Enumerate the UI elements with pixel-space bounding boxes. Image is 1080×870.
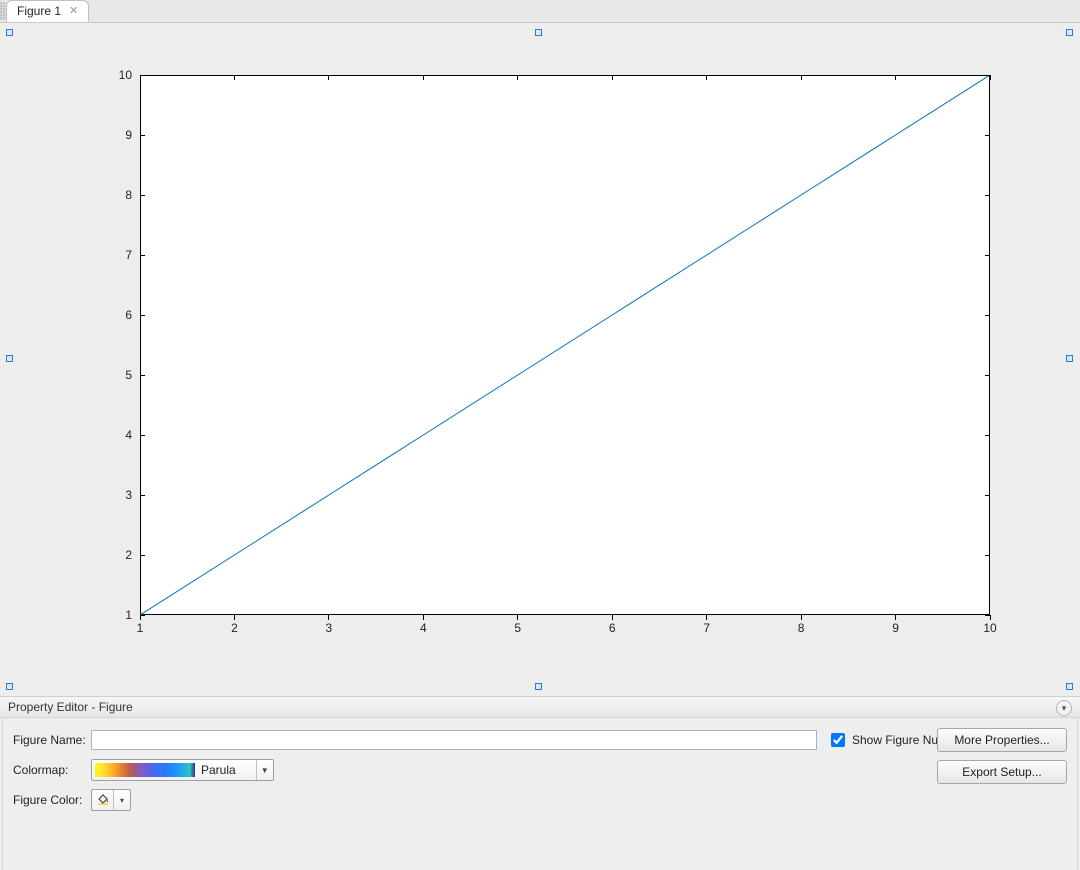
axes[interactable]: 1234567891012345678910 [120,75,990,635]
resize-handle[interactable] [535,29,542,36]
y-tick-label: 7 [102,248,132,262]
y-tick-label: 10 [102,68,132,82]
tab-bar: Figure 1 ✕ [0,0,1080,23]
y-tick-label: 4 [102,428,132,442]
panel-body: Figure Name: Show Figure Number Colormap… [2,718,1078,870]
y-tick-label: 8 [102,188,132,202]
panel-title: Property Editor - Figure [8,700,133,714]
tab-figure-1[interactable]: Figure 1 ✕ [6,0,89,22]
x-tick-label: 2 [219,621,249,635]
y-tick-label: 6 [102,308,132,322]
colormap-label: Colormap: [13,763,91,777]
show-figure-number-input[interactable] [831,733,845,747]
colormap-selected: Parula [201,763,256,777]
y-tick-label: 5 [102,368,132,382]
plot-box[interactable] [140,75,990,615]
paint-bucket-icon [96,792,110,809]
collapse-button[interactable]: ▾ [1056,700,1072,716]
resize-handle[interactable] [1066,683,1073,690]
chevron-down-icon: ▼ [256,760,273,780]
tab-label: Figure 1 [17,4,61,18]
x-tick-label: 10 [975,621,1005,635]
panel-title-bar: Property Editor - Figure ▾ [0,697,1080,718]
resize-handle[interactable] [535,683,542,690]
property-editor-panel: Property Editor - Figure ▾ Figure Name: … [0,696,1080,870]
y-tick-label: 1 [102,608,132,622]
figure-name-label: Figure Name: [13,733,91,747]
colormap-dropdown[interactable]: Parula ▼ [91,759,274,781]
figure-name-input[interactable] [91,730,817,750]
x-tick-label: 8 [786,621,816,635]
x-tick-label: 9 [881,621,911,635]
y-tick-label: 3 [102,488,132,502]
figure-canvas[interactable]: 1 2 3 4 5 6 7 8 9 10 1 2 3 4 5 6 7 8 9 10 [0,23,1080,696]
resize-handle[interactable] [6,29,13,36]
x-tick-label: 3 [314,621,344,635]
more-properties-button[interactable]: More Properties... [937,728,1067,752]
x-tick-label: 1 [125,621,155,635]
figure-color-button[interactable]: ▾ [91,789,131,811]
x-tick-label: 5 [503,621,533,635]
x-tick-label: 7 [692,621,722,635]
resize-handle[interactable] [6,355,13,362]
chevron-down-icon: ▾ [113,790,130,810]
resize-handle[interactable] [1066,355,1073,362]
x-tick-label: 4 [408,621,438,635]
close-icon[interactable]: ✕ [67,6,80,17]
colormap-swatch [95,763,195,777]
resize-handle[interactable] [1066,29,1073,36]
x-tick-label: 6 [597,621,627,635]
resize-handle[interactable] [6,683,13,690]
y-tick-label: 2 [102,548,132,562]
y-tick-label: 9 [102,128,132,142]
export-setup-button[interactable]: Export Setup... [937,760,1067,784]
figure-color-label: Figure Color: [13,793,91,807]
